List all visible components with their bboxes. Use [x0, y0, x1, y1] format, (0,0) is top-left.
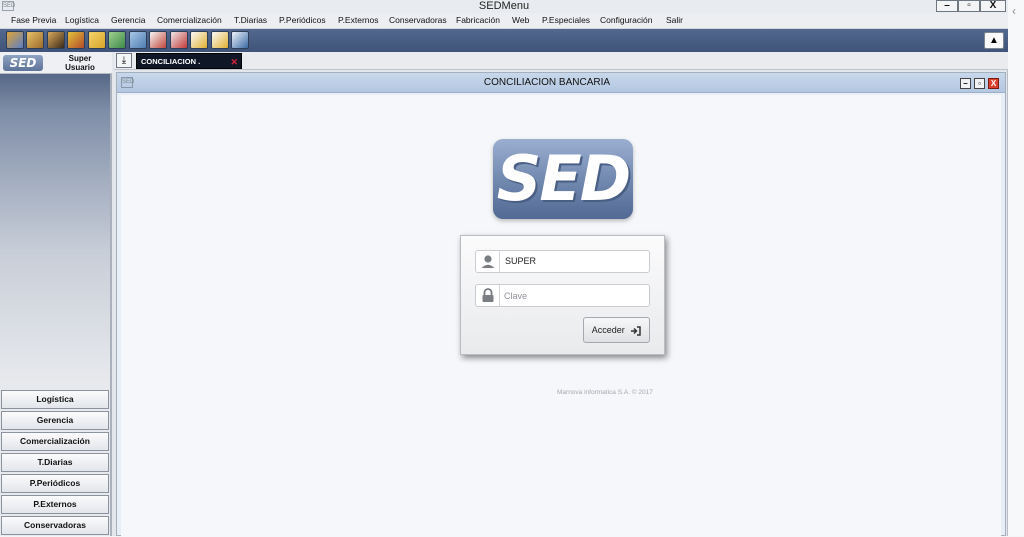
module-button-conservadoras[interactable]: Conservadoras [1, 516, 109, 535]
user-name-line1: Super [68, 54, 92, 63]
user-name-line2: Usuario [65, 63, 95, 72]
person-icon[interactable] [47, 31, 65, 49]
main-window: SED SEDMenu – ▫ X Fase Previa Logística … [0, 0, 1008, 537]
menu-salir[interactable]: Salir [666, 15, 683, 25]
window-title: SEDMenu [478, 0, 530, 12]
menu-fabricacion[interactable]: Fabricación [456, 15, 500, 25]
menu-logistica[interactable]: Logística [65, 15, 99, 25]
username-field[interactable]: SUPER [475, 250, 650, 273]
pencil-check-icon[interactable] [211, 31, 229, 49]
open-book-icon[interactable] [149, 31, 167, 49]
user-box: SED Super Usuario [0, 52, 112, 74]
pencil-icon[interactable] [190, 31, 208, 49]
copyright-text: Marnova informatica S.A. © 2017 [557, 389, 653, 396]
password-input[interactable] [504, 287, 644, 304]
menu-conservadoras[interactable]: Conservadoras [389, 15, 447, 25]
box-icon[interactable] [26, 31, 44, 49]
map-icon[interactable] [129, 31, 147, 49]
menu-gerencia[interactable]: Gerencia [111, 15, 146, 25]
menu-p-externos[interactable]: P.Externos [338, 15, 378, 25]
sed-logo-small: SED [3, 55, 43, 71]
menu-p-especiales[interactable]: P.Especiales [542, 15, 590, 25]
password-field[interactable] [475, 284, 650, 307]
inner-title-bar: SED CONCILIACION BANCARIA – ▫ X [117, 73, 1005, 93]
module-button-t-diarias[interactable]: T.Diarias [1, 453, 109, 472]
puzzle-icon[interactable] [67, 31, 85, 49]
login-box: SUPER Acceder [460, 235, 665, 355]
acceder-label: Acceder [591, 325, 625, 335]
module-button-p-periodicos[interactable]: P.Periódicos [1, 474, 109, 493]
conciliacion-window: SED CONCILIACION BANCARIA – ▫ X SED SUPE… [116, 72, 1006, 537]
chevron-left-icon: ‹ [1012, 4, 1016, 18]
menu-web[interactable]: Web [512, 15, 529, 25]
inner-window-title: CONCILIACION BANCARIA [483, 77, 611, 88]
eject-icon[interactable]: ▲ [984, 32, 1004, 49]
tab-conciliacion[interactable]: CONCILIACION . ✕ [136, 53, 242, 69]
menu-comercializacion[interactable]: Comercialización [157, 15, 222, 25]
menu-bar: Fase Previa Logística Gerencia Comercial… [0, 13, 1008, 29]
module-button-logistica[interactable]: Logística [1, 390, 109, 409]
username-value: SUPER [505, 256, 537, 266]
tab-label: CONCILIACION . [141, 57, 201, 66]
module-button-p-externos[interactable]: P.Externos [1, 495, 109, 514]
download-icon[interactable]: ⤓ [116, 53, 132, 68]
calculator-icon[interactable] [170, 31, 188, 49]
toolbar: ▲ [0, 29, 1008, 52]
menu-t-diarias[interactable]: T.Diarias [234, 15, 267, 25]
book-icon[interactable] [6, 31, 24, 49]
acceder-button[interactable]: Acceder [583, 317, 650, 343]
lock-icon [476, 285, 500, 306]
inner-maximize-button[interactable]: ▫ [974, 78, 985, 89]
maximize-button[interactable]: ▫ [958, 0, 980, 12]
menu-configuracion[interactable]: Configuración [600, 15, 652, 25]
tab-close-icon[interactable]: ✕ [230, 54, 238, 70]
module-button-gerencia[interactable]: Gerencia [1, 411, 109, 430]
sed-logo: SED [493, 139, 633, 219]
login-area: SED SUPER Acceder Marnova informatica S.… [121, 95, 1001, 537]
menu-fase-previa[interactable]: Fase Previa [11, 15, 56, 25]
minimize-button[interactable]: – [936, 0, 958, 12]
close-button[interactable]: X [980, 0, 1006, 12]
module-button-comercializacion[interactable]: Comercialización [1, 432, 109, 451]
sign-in-icon [631, 325, 642, 336]
user-icon [476, 251, 500, 272]
folder-icon[interactable] [88, 31, 106, 49]
tab-strip: ⤓ CONCILIACION . ✕ [114, 52, 1008, 70]
left-panel: SED Super Usuario Logística Gerencia Com… [0, 52, 112, 536]
sed-logo-text: SED [496, 142, 631, 215]
inner-close-button[interactable]: X [988, 78, 999, 89]
chart-icon[interactable] [231, 31, 249, 49]
user-name: Super Usuario [55, 54, 105, 72]
menu-p-periodicos[interactable]: P.Periódicos [279, 15, 326, 25]
money-icon[interactable] [108, 31, 126, 49]
title-bar: SED SEDMenu – ▫ X [0, 0, 1008, 13]
inner-minimize-button[interactable]: – [960, 78, 971, 89]
desktop-edge: ‹ [1008, 0, 1024, 536]
